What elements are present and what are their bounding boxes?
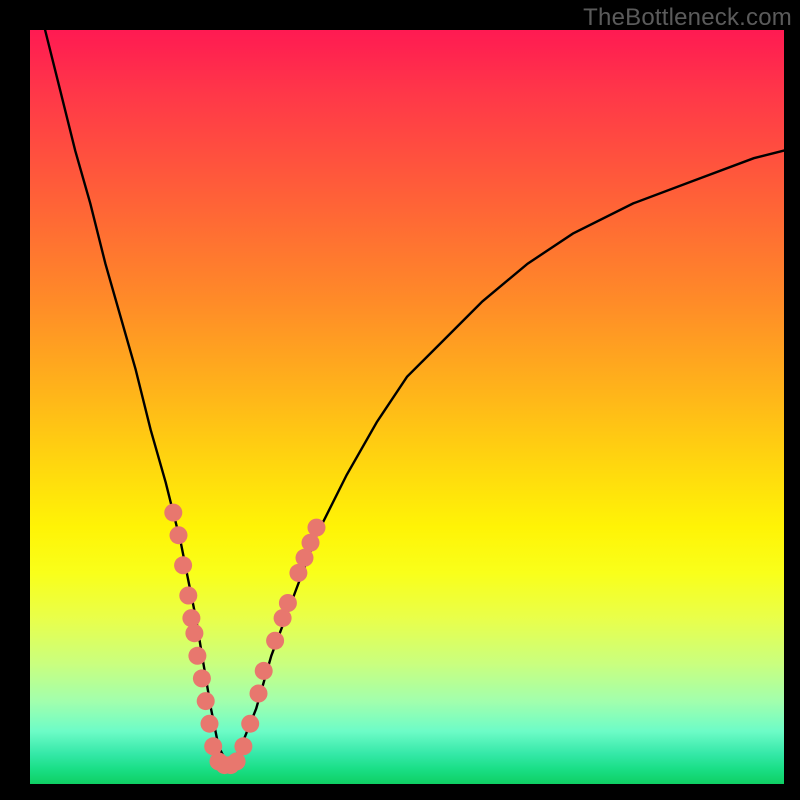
highlight-dot <box>182 609 200 627</box>
highlight-dot <box>241 715 259 733</box>
highlight-dot <box>164 504 182 522</box>
outer-frame: TheBottleneck.com <box>0 0 800 800</box>
watermark-text: TheBottleneck.com <box>583 4 792 32</box>
highlight-dot <box>266 632 284 650</box>
highlight-dot <box>279 594 297 612</box>
highlight-dot <box>250 685 268 703</box>
highlight-dots-group <box>164 504 325 774</box>
highlight-dot <box>193 669 211 687</box>
plot-area <box>30 30 784 784</box>
highlight-dot <box>185 624 203 642</box>
highlight-dot <box>188 647 206 665</box>
highlight-dot <box>170 526 188 544</box>
highlight-dot <box>234 737 252 755</box>
highlight-dot <box>308 519 326 537</box>
bottleneck-curve <box>45 30 784 761</box>
highlight-dot <box>179 587 197 605</box>
highlight-dot <box>201 715 219 733</box>
highlight-dot <box>197 692 215 710</box>
highlight-dot <box>255 662 273 680</box>
highlight-dot <box>174 556 192 574</box>
chart-svg <box>30 30 784 784</box>
